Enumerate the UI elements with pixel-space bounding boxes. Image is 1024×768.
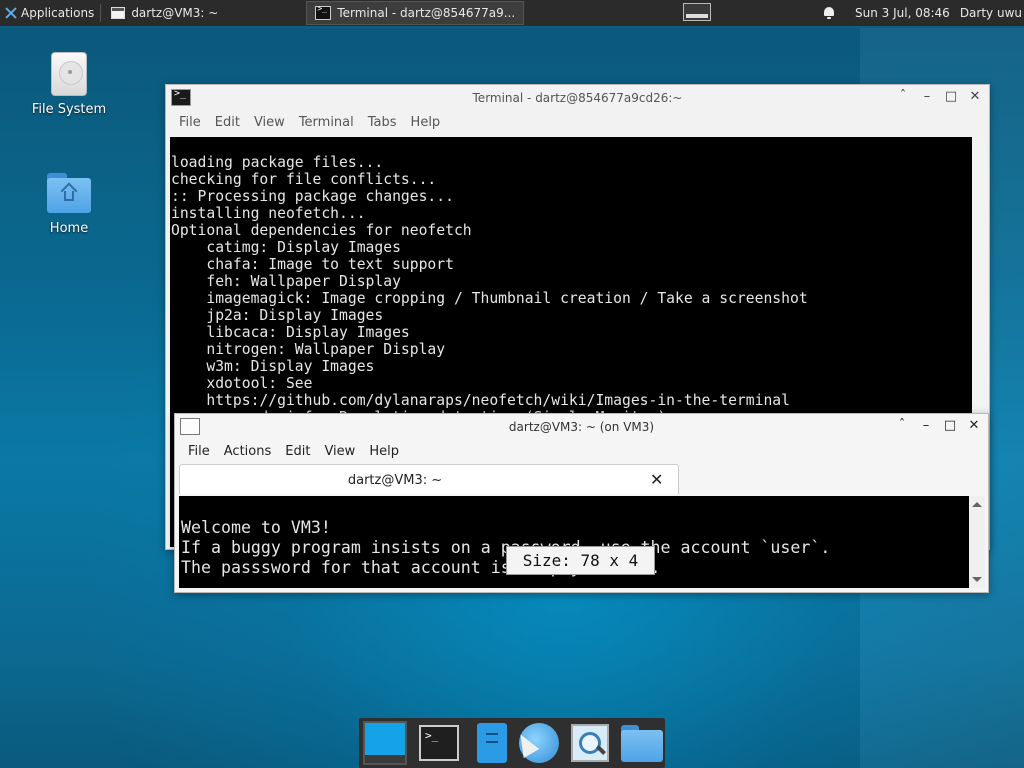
resize-size-tooltip: Size: 78 x 4 bbox=[506, 546, 655, 575]
menu-edit[interactable]: Edit bbox=[208, 115, 247, 130]
applications-menu[interactable]: Applications bbox=[0, 0, 98, 26]
dock bbox=[359, 718, 665, 768]
terminal-line: xdotool: See bbox=[171, 375, 313, 392]
panel-separator bbox=[100, 4, 102, 22]
menu-file[interactable]: File bbox=[172, 115, 208, 130]
task-button-label: Terminal - dartz@854677a9... bbox=[337, 6, 516, 20]
applications-menu-label: Applications bbox=[21, 6, 95, 20]
terminal-line: jp2a: Display Images bbox=[171, 307, 384, 324]
menu-edit[interactable]: Edit bbox=[278, 444, 317, 459]
terminal-line: libcaca: Display Images bbox=[171, 324, 410, 341]
home-folder-icon bbox=[47, 173, 91, 213]
menu-terminal[interactable]: Terminal bbox=[292, 115, 361, 130]
workspace-switcher[interactable] bbox=[683, 3, 711, 21]
task-button-vm3[interactable]: dartz@VM3: ~ bbox=[103, 1, 226, 25]
file-manager-icon[interactable] bbox=[477, 723, 507, 763]
desktop-icon-label: Home bbox=[49, 221, 89, 236]
minimize-button[interactable]: – bbox=[919, 89, 935, 105]
app-finder-icon[interactable] bbox=[571, 724, 609, 762]
terminal-line: nitrogen: Wallpaper Display bbox=[171, 341, 446, 358]
terminal-line: imagemagick: Image cropping / Thumbnail … bbox=[171, 290, 808, 307]
tab-bar: dartz@VM3: ~ ✕ bbox=[179, 464, 985, 494]
terminal-line: feh: Wallpaper Display bbox=[171, 273, 401, 290]
terminal-line: catimg: Display Images bbox=[171, 239, 401, 256]
panel-user[interactable]: Darty uwu bbox=[960, 6, 1022, 20]
close-button[interactable]: ✕ bbox=[967, 89, 983, 105]
maximize-button[interactable]: □ bbox=[942, 418, 958, 434]
folder-icon[interactable] bbox=[621, 725, 663, 762]
menu-actions[interactable]: Actions bbox=[217, 444, 279, 459]
menu-file[interactable]: File bbox=[181, 444, 217, 459]
window-icon bbox=[111, 7, 126, 19]
terminal-line: w3m: Display Images bbox=[171, 358, 375, 375]
minimize-button[interactable]: – bbox=[918, 418, 934, 434]
menu-view[interactable]: View bbox=[317, 444, 362, 459]
desktop-icon-home[interactable]: Home bbox=[19, 173, 119, 236]
task-button-label: dartz@VM3: ~ bbox=[131, 6, 219, 20]
window-titlebar[interactable]: dartz@VM3: ~ (on VM3) ˆ – □ ✕ bbox=[175, 414, 988, 440]
menu-help[interactable]: Help bbox=[362, 444, 406, 459]
terminal-line: chafa: Image to text support bbox=[171, 256, 454, 273]
menu-help[interactable]: Help bbox=[404, 115, 448, 130]
desktop-icon-file-system[interactable]: File System bbox=[19, 52, 119, 117]
panel-tray: Sun 3 Jul, 08:46 Darty uwu bbox=[823, 0, 1024, 26]
task-button-terminal[interactable]: Terminal - dartz@854677a9... bbox=[306, 1, 525, 25]
drive-icon bbox=[51, 52, 87, 96]
desktop-icon-label: File System bbox=[31, 102, 107, 117]
menu-view[interactable]: View bbox=[247, 115, 292, 130]
notification-bell-icon[interactable] bbox=[823, 7, 835, 19]
scroll-down-icon[interactable] bbox=[972, 577, 982, 582]
window-title: Terminal - dartz@854677a9cd26:~ bbox=[472, 91, 683, 105]
terminal-icon bbox=[315, 4, 332, 20]
tab-close-icon[interactable]: ✕ bbox=[650, 470, 663, 489]
xfce-logo-icon bbox=[4, 6, 18, 20]
web-browser-icon[interactable] bbox=[519, 723, 559, 763]
panel-clock[interactable]: Sun 3 Jul, 08:46 bbox=[855, 6, 950, 20]
terminal-line: https://github.com/dylanaraps/neofetch/w… bbox=[171, 392, 790, 409]
terminal-scrollbar[interactable] bbox=[969, 496, 985, 588]
terminal-line: checking for file conflicts... bbox=[171, 171, 437, 188]
terminal-line: Welcome to VM3! bbox=[181, 518, 331, 537]
menubar: File Actions Edit View Help bbox=[175, 440, 988, 462]
scroll-up-icon[interactable] bbox=[972, 502, 982, 507]
tab-label: dartz@VM3: ~ bbox=[347, 473, 443, 488]
top-panel: Applications dartz@VM3: ~ Terminal - dar… bbox=[0, 0, 1024, 26]
shade-button[interactable]: ˆ bbox=[894, 418, 910, 434]
terminal-line: :: Processing package changes... bbox=[171, 188, 454, 205]
terminal-line: installing neofetch... bbox=[171, 205, 366, 222]
terminal-line: loading package files... bbox=[171, 154, 384, 171]
shade-button[interactable]: ˆ bbox=[895, 89, 911, 105]
tab-vm3[interactable]: dartz@VM3: ~ ✕ bbox=[179, 464, 679, 494]
terminal-line: Optional dependencies for neofetch bbox=[171, 222, 472, 239]
terminal-icon[interactable] bbox=[419, 725, 459, 761]
maximize-button[interactable]: □ bbox=[943, 89, 959, 105]
window-title: dartz@VM3: ~ (on VM3) bbox=[508, 420, 655, 434]
window-titlebar[interactable]: Terminal - dartz@854677a9cd26:~ ˆ – □ ✕ bbox=[166, 85, 989, 111]
menubar: File Edit View Terminal Tabs Help bbox=[166, 111, 989, 133]
show-desktop-icon[interactable] bbox=[363, 721, 407, 765]
menu-tabs[interactable]: Tabs bbox=[361, 115, 404, 130]
close-button[interactable]: ✕ bbox=[966, 418, 982, 434]
